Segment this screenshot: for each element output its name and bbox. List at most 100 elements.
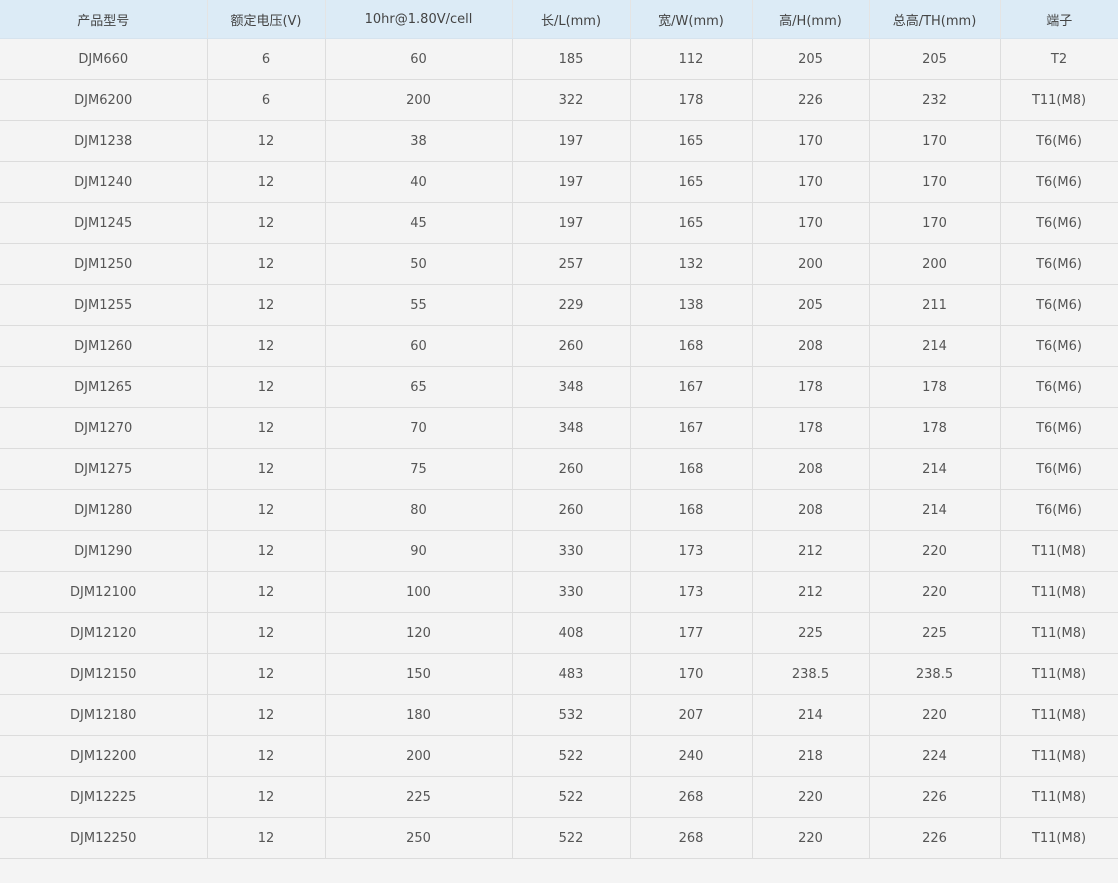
cell-width: 132 — [629, 243, 752, 285]
cell-terminal: T11(M8) — [999, 776, 1118, 818]
cell-height: 178 — [751, 366, 869, 408]
cell-capacity: 40 — [324, 161, 512, 203]
table-row: DJM12225 12 225 522 268 220 226 T11(M8) — [0, 776, 1118, 818]
cell-width: 167 — [629, 407, 752, 449]
cell-model: DJM1270 — [0, 407, 207, 449]
table-row: DJM1250 12 50 257 132 200 200 T6(M6) — [0, 243, 1118, 285]
cell-height: 220 — [751, 776, 869, 818]
cell-height: 218 — [751, 735, 869, 777]
cell-model: DJM12200 — [0, 735, 207, 777]
table-row: DJM1238 12 38 197 165 170 170 T6(M6) — [0, 120, 1118, 162]
cell-total-height: 170 — [868, 120, 1000, 162]
cell-total-height: 224 — [868, 735, 1000, 777]
table-row: DJM1265 12 65 348 167 178 178 T6(M6) — [0, 366, 1118, 408]
cell-length: 260 — [511, 325, 630, 367]
cell-rated-voltage: 6 — [206, 79, 325, 121]
cell-height: 205 — [751, 38, 869, 80]
header-row: 产品型号 额定电压(V) 10hr@1.80V/cell 长/L(mm) 宽/W… — [0, 0, 1118, 39]
table-row: DJM1280 12 80 260 168 208 214 T6(M6) — [0, 489, 1118, 531]
cell-total-height: 200 — [868, 243, 1000, 285]
table-row: DJM1255 12 55 229 138 205 211 T6(M6) — [0, 284, 1118, 326]
cell-width: 178 — [629, 79, 752, 121]
cell-length: 229 — [511, 284, 630, 326]
cell-width: 168 — [629, 489, 752, 531]
cell-capacity: 65 — [324, 366, 512, 408]
cell-length: 330 — [511, 530, 630, 572]
cell-width: 268 — [629, 817, 752, 859]
cell-width: 177 — [629, 612, 752, 654]
cell-total-height: 220 — [868, 530, 1000, 572]
cell-model: DJM1238 — [0, 120, 207, 162]
cell-total-height: 232 — [868, 79, 1000, 121]
cell-capacity: 45 — [324, 202, 512, 244]
cell-model: DJM12120 — [0, 612, 207, 654]
cell-height: 226 — [751, 79, 869, 121]
cell-capacity: 100 — [324, 571, 512, 613]
cell-height: 208 — [751, 448, 869, 490]
cell-model: DJM12100 — [0, 571, 207, 613]
cell-rated-voltage: 12 — [206, 653, 325, 695]
cell-capacity: 80 — [324, 489, 512, 531]
cell-length: 522 — [511, 817, 630, 859]
cell-capacity: 200 — [324, 735, 512, 777]
cell-rated-voltage: 6 — [206, 38, 325, 80]
cell-total-height: 220 — [868, 694, 1000, 736]
cell-length: 408 — [511, 612, 630, 654]
cell-total-height: 238.5 — [868, 653, 1000, 695]
table-row: DJM12180 12 180 532 207 214 220 T11(M8) — [0, 694, 1118, 736]
cell-length: 348 — [511, 366, 630, 408]
header-height: 高/H(mm) — [751, 0, 869, 39]
cell-total-height: 226 — [868, 776, 1000, 818]
cell-length: 532 — [511, 694, 630, 736]
cell-length: 260 — [511, 489, 630, 531]
cell-rated-voltage: 12 — [206, 694, 325, 736]
cell-model: DJM1280 — [0, 489, 207, 531]
cell-terminal: T6(M6) — [999, 407, 1118, 449]
cell-rated-voltage: 12 — [206, 571, 325, 613]
cell-total-height: 178 — [868, 407, 1000, 449]
table-row: DJM12100 12 100 330 173 212 220 T11(M8) — [0, 571, 1118, 613]
cell-terminal: T6(M6) — [999, 161, 1118, 203]
cell-model: DJM12150 — [0, 653, 207, 695]
cell-model: DJM12180 — [0, 694, 207, 736]
header-terminal: 端子 — [999, 0, 1118, 39]
cell-height: 200 — [751, 243, 869, 285]
cell-width: 207 — [629, 694, 752, 736]
cell-terminal: T6(M6) — [999, 284, 1118, 326]
cell-height: 178 — [751, 407, 869, 449]
cell-width: 240 — [629, 735, 752, 777]
cell-width: 138 — [629, 284, 752, 326]
table-row: DJM660 6 60 185 112 205 205 T2 — [0, 38, 1118, 80]
header-length: 长/L(mm) — [511, 0, 630, 39]
cell-model: DJM1260 — [0, 325, 207, 367]
cell-rated-voltage: 12 — [206, 243, 325, 285]
cell-rated-voltage: 12 — [206, 776, 325, 818]
header-rated-voltage: 额定电压(V) — [206, 0, 325, 39]
cell-terminal: T2 — [999, 38, 1118, 80]
cell-height: 214 — [751, 694, 869, 736]
cell-capacity: 250 — [324, 817, 512, 859]
cell-width: 168 — [629, 448, 752, 490]
cell-rated-voltage: 12 — [206, 407, 325, 449]
cell-terminal: T11(M8) — [999, 817, 1118, 859]
cell-capacity: 75 — [324, 448, 512, 490]
cell-total-height: 170 — [868, 161, 1000, 203]
cell-terminal: T6(M6) — [999, 489, 1118, 531]
table-row: DJM12200 12 200 522 240 218 224 T11(M8) — [0, 735, 1118, 777]
cell-width: 165 — [629, 120, 752, 162]
cell-width: 112 — [629, 38, 752, 80]
cell-model: DJM1255 — [0, 284, 207, 326]
cell-length: 483 — [511, 653, 630, 695]
cell-height: 238.5 — [751, 653, 869, 695]
cell-capacity: 200 — [324, 79, 512, 121]
cell-width: 173 — [629, 571, 752, 613]
cell-width: 268 — [629, 776, 752, 818]
header-total-height: 总高/TH(mm) — [868, 0, 1000, 39]
header-capacity-10hr: 10hr@1.80V/cell — [324, 0, 512, 39]
cell-capacity: 70 — [324, 407, 512, 449]
cell-length: 197 — [511, 120, 630, 162]
cell-total-height: 205 — [868, 38, 1000, 80]
cell-length: 522 — [511, 776, 630, 818]
header-model: 产品型号 — [0, 0, 207, 39]
cell-rated-voltage: 12 — [206, 612, 325, 654]
